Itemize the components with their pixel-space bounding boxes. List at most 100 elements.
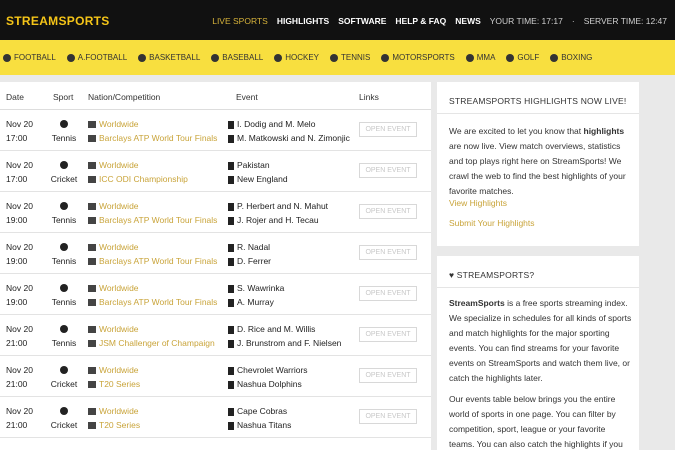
- event-nation[interactable]: Worldwide: [88, 281, 217, 295]
- event-nation[interactable]: Worldwide: [88, 404, 140, 418]
- open-event-button[interactable]: OPEN EVENT: [359, 368, 417, 383]
- sport-motorsports[interactable]: MOTORSPORTS: [381, 53, 455, 62]
- event-competition[interactable]: ICC ODI Championship: [88, 172, 188, 186]
- cricket-icon: [60, 161, 68, 169]
- flag-icon: [228, 161, 234, 170]
- tennis-icon: [60, 325, 68, 333]
- event-time: 21:00: [6, 338, 28, 348]
- event-competition[interactable]: JSM Challenger of Champaign: [88, 336, 215, 350]
- sport-filter-bar: FOOTBALL A.FOOTBALL BASKETBALL BASEBALL …: [0, 40, 675, 75]
- server-time: SERVER TIME: 12:47: [583, 16, 667, 26]
- open-event-button[interactable]: OPEN EVENT: [359, 163, 417, 178]
- event-nation[interactable]: Worldwide: [88, 158, 188, 172]
- cricket-icon: [60, 407, 68, 415]
- globe-icon: [88, 244, 96, 252]
- event-date: Nov 20: [6, 119, 33, 129]
- mma-icon: [465, 53, 474, 62]
- american-football-icon: [66, 53, 75, 62]
- site-logo[interactable]: STREAMSPORTS: [6, 14, 110, 28]
- event-nation[interactable]: Worldwide: [88, 240, 217, 254]
- submit-highlights-link[interactable]: Submit Your Highlights: [449, 218, 535, 228]
- sport-american-football[interactable]: A.FOOTBALL: [66, 53, 127, 62]
- tennis-icon: [330, 53, 339, 62]
- table-row[interactable]: Nov 20 21:00 Cricket Worldwide T20 Series …: [0, 397, 431, 438]
- globe-icon: [88, 367, 96, 375]
- tennis-icon: [60, 243, 68, 251]
- divider: [437, 113, 639, 114]
- event-time: 17:00: [6, 133, 28, 143]
- event-sport: Tennis: [51, 133, 77, 143]
- globe-icon: [88, 285, 96, 293]
- sport-football[interactable]: FOOTBALL: [3, 53, 56, 62]
- event-sport: Tennis: [51, 215, 77, 225]
- nav-software[interactable]: SOFTWARE: [338, 16, 386, 26]
- nav-highlights[interactable]: HIGHLIGHTS: [277, 16, 329, 26]
- event-sport: Tennis: [51, 256, 77, 266]
- tennis-icon: [60, 202, 68, 210]
- sport-tennis[interactable]: TENNIS: [330, 53, 370, 62]
- nav-help-faq[interactable]: HELP & FAQ: [395, 16, 446, 26]
- event-time: 17:00: [6, 174, 28, 184]
- flag-icon: [228, 175, 234, 184]
- table-row[interactable]: Nov 20 21:00 Cricket Worldwide T20 Series …: [0, 356, 431, 397]
- view-highlights-link[interactable]: View Highlights: [449, 198, 507, 208]
- header-links: Links: [359, 92, 379, 102]
- event-time: 19:00: [6, 256, 28, 266]
- open-event-button[interactable]: OPEN EVENT: [359, 245, 417, 260]
- open-event-button[interactable]: OPEN EVENT: [359, 409, 417, 424]
- sport-mma[interactable]: MMA: [465, 53, 495, 62]
- trophy-icon: [88, 176, 96, 184]
- table-row[interactable]: Nov 20 19:00 Tennis Worldwide Barclays ATP…: [0, 192, 431, 233]
- boxing-icon: [550, 53, 559, 62]
- event-nation[interactable]: Worldwide: [88, 363, 140, 377]
- event-date: Nov 20: [6, 406, 33, 416]
- event-team-2: D. Ferrer: [228, 254, 271, 268]
- sport-baseball[interactable]: BASEBALL: [211, 53, 263, 62]
- highlights-title: STREAMSPORTS HIGHLIGHTS NOW LIVE!: [449, 96, 627, 106]
- table-row[interactable]: Nov 20 19:00 Tennis Worldwide Barclays ATP…: [0, 274, 431, 315]
- nav-news[interactable]: NEWS: [455, 16, 481, 26]
- event-competition[interactable]: T20 Series: [88, 418, 140, 432]
- event-date: Nov 20: [6, 160, 33, 170]
- open-event-button[interactable]: OPEN EVENT: [359, 327, 417, 342]
- event-competition[interactable]: T20 Series: [88, 377, 140, 391]
- sport-basketball[interactable]: BASKETBALL: [138, 53, 200, 62]
- event-competition[interactable]: Barclays ATP World Tour Finals: [88, 295, 217, 309]
- table-row[interactable]: Nov 20 17:00 Cricket Worldwide ICC ODI Cha…: [0, 151, 431, 192]
- event-date: Nov 20: [6, 242, 33, 252]
- your-time: YOUR TIME: 17:17: [489, 16, 563, 26]
- event-nation[interactable]: Worldwide: [88, 199, 217, 213]
- sport-hockey[interactable]: HOCKEY: [274, 53, 319, 62]
- open-event-button[interactable]: OPEN EVENT: [359, 286, 417, 301]
- header-date: Date: [6, 92, 24, 102]
- open-event-button[interactable]: OPEN EVENT: [359, 204, 417, 219]
- open-event-button[interactable]: OPEN EVENT: [359, 122, 417, 137]
- event-date: Nov 20: [6, 365, 33, 375]
- table-row[interactable]: Nov 20 17:00 Tennis Worldwide Barclays ATP…: [0, 110, 431, 151]
- nav-live-sports[interactable]: LIVE SPORTS: [212, 16, 268, 26]
- table-row[interactable]: Nov 20 19:00 Tennis Worldwide Barclays ATP…: [0, 233, 431, 274]
- event-sport: Cricket: [50, 420, 78, 430]
- team-icon: [228, 421, 234, 430]
- event-team-2: A. Murray: [228, 295, 284, 309]
- event-nation[interactable]: Worldwide: [88, 322, 215, 336]
- event-competition[interactable]: Barclays ATP World Tour Finals: [88, 131, 217, 145]
- event-team-2: New England: [228, 172, 288, 186]
- trophy-icon: [88, 299, 96, 307]
- about-paragraph-1: StreamSports is a free sports streaming …: [449, 298, 632, 383]
- event-competition[interactable]: Barclays ATP World Tour Finals: [88, 213, 217, 227]
- trophy-icon: [88, 135, 96, 143]
- about-paragraph-2: Our events table below brings you the en…: [449, 394, 623, 449]
- globe-icon: [88, 121, 96, 129]
- event-nation[interactable]: Worldwide: [88, 117, 217, 131]
- table-row[interactable]: Nov 20 21:00 Tennis Worldwide JSM Challeng…: [0, 315, 431, 356]
- event-competition[interactable]: Barclays ATP World Tour Finals: [88, 254, 217, 268]
- flag-icon: [228, 257, 234, 266]
- event-time: 19:00: [6, 297, 28, 307]
- sport-boxing[interactable]: BOXING: [550, 53, 592, 62]
- divider: [437, 287, 639, 288]
- sport-golf[interactable]: GOLF: [506, 53, 539, 62]
- event-time: 19:00: [6, 215, 28, 225]
- globe-icon: [88, 408, 96, 416]
- about-title: ♥ STREAMSPORTS?: [449, 270, 535, 280]
